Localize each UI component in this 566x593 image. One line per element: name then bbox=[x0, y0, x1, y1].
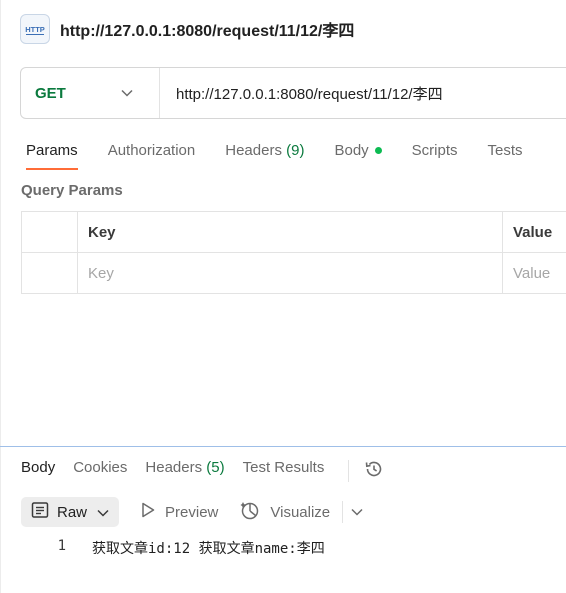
preview-button[interactable]: Preview bbox=[141, 502, 218, 522]
tab-authorization-label: Authorization bbox=[107, 142, 196, 159]
checkbox-column-header bbox=[21, 211, 78, 253]
tab-headers[interactable]: Headers (9) bbox=[225, 140, 304, 170]
response-tab-cookies-label: Cookies bbox=[73, 459, 128, 476]
tab-headers-label: Headers bbox=[225, 142, 282, 159]
query-params-table: Key Value Key Value bbox=[21, 211, 566, 294]
method-selector[interactable]: GET bbox=[21, 68, 160, 118]
tab-scripts[interactable]: Scripts bbox=[412, 140, 458, 170]
row-checkbox-cell bbox=[21, 252, 78, 294]
tab-body[interactable]: Body bbox=[334, 140, 382, 170]
headers-count: (9) bbox=[286, 142, 305, 159]
request-title-row: HTTP http://127.0.0.1:8080/request/11/12… bbox=[20, 12, 354, 46]
left-border bbox=[0, 0, 1, 593]
visualize-dropdown[interactable] bbox=[342, 501, 363, 523]
response-tab-test-results[interactable]: Test Results bbox=[243, 457, 325, 485]
history-icon bbox=[363, 458, 385, 485]
response-tab-headers[interactable]: Headers (5) bbox=[145, 457, 224, 485]
body-indicator-dot bbox=[374, 146, 382, 154]
tab-body-label: Body bbox=[334, 142, 369, 159]
tab-authorization[interactable]: Authorization bbox=[108, 140, 196, 170]
table-header-row: Key Value bbox=[21, 211, 566, 253]
visualize-label: Visualize bbox=[270, 503, 331, 521]
preview-label: Preview bbox=[165, 503, 219, 521]
url-input[interactable] bbox=[160, 68, 566, 118]
response-headers-count: (5) bbox=[206, 459, 225, 476]
response-text[interactable]: 获取文章id:12 获取文章name:李四 bbox=[92, 538, 325, 558]
chevron-down-icon bbox=[97, 504, 109, 521]
tab-params-label: Params bbox=[26, 142, 78, 159]
column-header-value: Value bbox=[502, 211, 566, 253]
pane-divider[interactable] bbox=[0, 446, 566, 447]
key-input[interactable]: Key bbox=[77, 252, 503, 294]
response-tab-headers-label: Headers bbox=[145, 459, 203, 476]
visualize-icon bbox=[240, 500, 260, 524]
request-tabs: Params Authorization Headers (9) Body Sc… bbox=[26, 140, 553, 172]
url-bar: GET bbox=[20, 67, 566, 119]
play-icon bbox=[141, 502, 155, 522]
format-dropdown[interactable]: Raw bbox=[21, 497, 120, 527]
svg-text:HTTP: HTTP bbox=[25, 25, 45, 34]
response-toolbar: Raw Preview Visualize bbox=[21, 497, 363, 527]
history-button[interactable] bbox=[348, 460, 385, 482]
tab-scripts-label: Scripts bbox=[411, 142, 458, 159]
format-label: Raw bbox=[57, 503, 88, 521]
method-label: GET bbox=[35, 84, 66, 102]
tab-tests[interactable]: Tests bbox=[488, 140, 523, 170]
response-tab-test-results-label: Test Results bbox=[242, 459, 325, 476]
response-tabs: Body Cookies Headers (5) Test Results bbox=[21, 456, 385, 486]
line-number: 1 bbox=[57, 538, 66, 554]
response-tab-cookies[interactable]: Cookies bbox=[73, 457, 127, 485]
response-tab-body-label: Body bbox=[21, 459, 56, 476]
response-tab-body[interactable]: Body bbox=[21, 457, 55, 485]
raw-format-icon bbox=[31, 501, 49, 523]
value-input[interactable]: Value bbox=[502, 252, 566, 294]
column-header-key: Key bbox=[77, 211, 503, 253]
visualize-button[interactable]: Visualize bbox=[240, 500, 330, 524]
chevron-down-icon bbox=[121, 84, 133, 102]
tab-tests-label: Tests bbox=[487, 142, 523, 159]
chevron-down-icon bbox=[351, 503, 363, 521]
tab-params[interactable]: Params bbox=[26, 140, 78, 170]
table-row: Key Value bbox=[21, 252, 566, 294]
http-request-icon: HTTP bbox=[20, 14, 50, 44]
query-params-label: Query Params bbox=[21, 182, 123, 199]
response-line: 1 获取文章id:12 获取文章name:李四 bbox=[0, 538, 325, 558]
request-title[interactable]: http://127.0.0.1:8080/request/11/12/李四 bbox=[60, 17, 354, 41]
